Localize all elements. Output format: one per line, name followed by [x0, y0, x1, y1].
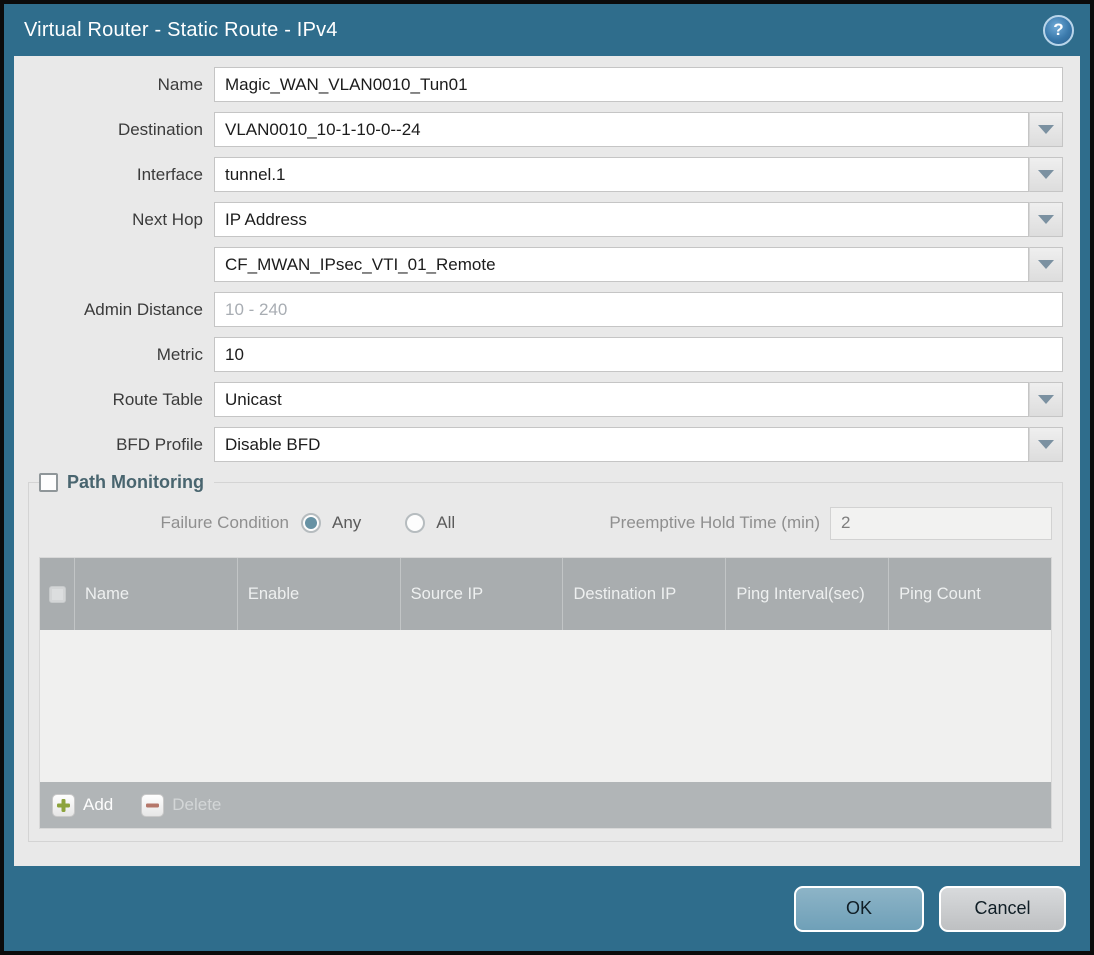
form-row-bfd-profile: BFD Profile: [14, 427, 1063, 462]
next-hop-dropdown-button[interactable]: [1029, 202, 1063, 237]
next-hop-address-input[interactable]: [214, 247, 1029, 282]
add-button[interactable]: Add: [52, 793, 114, 817]
dialog-window: Virtual Router - Static Route - IPv4 ? N…: [0, 0, 1094, 955]
next-hop-label: Next Hop: [132, 209, 203, 229]
table-header-ping-interval[interactable]: Ping Interval(sec): [725, 558, 888, 630]
metric-input[interactable]: [214, 337, 1063, 372]
interface-input[interactable]: [214, 157, 1029, 192]
chevron-down-icon: [1038, 440, 1054, 449]
admin-distance-label: Admin Distance: [83, 299, 203, 319]
bfd-profile-dropdown-button[interactable]: [1029, 427, 1063, 462]
destination-label: Destination: [117, 119, 203, 139]
path-monitoring-legend: Path Monitoring: [39, 472, 214, 493]
failure-condition-all-radio[interactable]: [405, 513, 426, 533]
cancel-button[interactable]: Cancel: [939, 885, 1066, 932]
route-table-input[interactable]: [214, 382, 1029, 417]
form-row-metric: Metric: [14, 337, 1063, 372]
form-row-next-hop-address: [14, 247, 1063, 282]
route-table-label: Route Table: [112, 389, 203, 409]
dialog-content: Name Destination Interface: [14, 56, 1080, 866]
form-row-admin-distance: Admin Distance: [14, 292, 1063, 327]
help-icon[interactable]: ?: [1043, 14, 1074, 46]
table-header-destination-ip[interactable]: Destination IP: [562, 558, 725, 630]
ok-button[interactable]: OK: [794, 885, 924, 932]
table-footer-toolbar: Add Delete: [40, 782, 1051, 828]
delete-icon: [141, 793, 165, 817]
form-row-interface: Interface: [14, 157, 1063, 192]
delete-button[interactable]: Delete: [141, 793, 222, 817]
path-monitoring-table: Name Enable Source IP Destination IP Pin…: [39, 557, 1052, 829]
form-row-name: Name: [14, 67, 1063, 102]
form-row-route-table: Route Table: [14, 382, 1063, 417]
table-header-source-ip[interactable]: Source IP: [399, 558, 563, 630]
next-hop-address-dropdown-button[interactable]: [1029, 247, 1063, 282]
path-monitoring-title: Path Monitoring: [67, 472, 204, 492]
table-header-row: Name Enable Source IP Destination IP Pin…: [40, 558, 1051, 630]
table-header-name[interactable]: Name: [74, 558, 237, 630]
preemptive-hold-time-group: Preemptive Hold Time (min): [609, 506, 1052, 540]
interface-dropdown-button[interactable]: [1029, 157, 1063, 192]
dialog-footer: OK Cancel: [4, 866, 1090, 951]
chevron-down-icon: [1038, 170, 1054, 179]
table-header-select-all[interactable]: [40, 558, 74, 630]
failure-condition-label: Failure Condition: [160, 513, 289, 532]
table-body-empty: [40, 630, 1051, 782]
table-header-enable[interactable]: Enable: [236, 558, 400, 630]
form-row-next-hop: Next Hop: [14, 202, 1063, 237]
next-hop-type-input[interactable]: [214, 202, 1029, 237]
add-icon: [52, 793, 75, 817]
name-label: Name: [157, 74, 203, 94]
delete-button-label: Delete: [172, 795, 222, 814]
select-all-checkbox[interactable]: [48, 585, 66, 603]
chevron-down-icon: [1038, 260, 1054, 269]
table-header-ping-count[interactable]: Ping Count: [888, 558, 1051, 630]
preemptive-hold-time-input[interactable]: [830, 506, 1052, 540]
dialog-titlebar: Virtual Router - Static Route - IPv4 ?: [4, 4, 1090, 56]
destination-dropdown-button[interactable]: [1029, 112, 1063, 147]
bfd-profile-label: BFD Profile: [116, 434, 203, 454]
dialog-title: Virtual Router - Static Route - IPv4: [24, 18, 338, 41]
metric-label: Metric: [156, 344, 203, 364]
route-table-dropdown-button[interactable]: [1029, 382, 1063, 417]
preemptive-hold-time-label: Preemptive Hold Time (min): [609, 513, 820, 532]
chevron-down-icon: [1038, 215, 1054, 224]
path-monitoring-section: Path Monitoring Failure Condition Any Al…: [28, 472, 1063, 842]
chevron-down-icon: [1038, 125, 1054, 134]
path-monitoring-checkbox[interactable]: [39, 473, 58, 492]
failure-condition-any-label: Any: [332, 513, 362, 532]
name-input[interactable]: [214, 67, 1063, 102]
add-button-label: Add: [83, 795, 114, 814]
failure-condition-row: Failure Condition Any All Preemptive Hol…: [39, 505, 1052, 541]
bfd-profile-input[interactable]: [214, 427, 1029, 462]
admin-distance-input[interactable]: [214, 292, 1063, 327]
destination-input[interactable]: [214, 112, 1029, 147]
failure-condition-all-label: All: [436, 513, 456, 532]
chevron-down-icon: [1038, 395, 1054, 404]
interface-label: Interface: [136, 164, 203, 184]
failure-condition-any-radio[interactable]: [301, 513, 321, 533]
form-row-destination: Destination: [14, 112, 1063, 147]
